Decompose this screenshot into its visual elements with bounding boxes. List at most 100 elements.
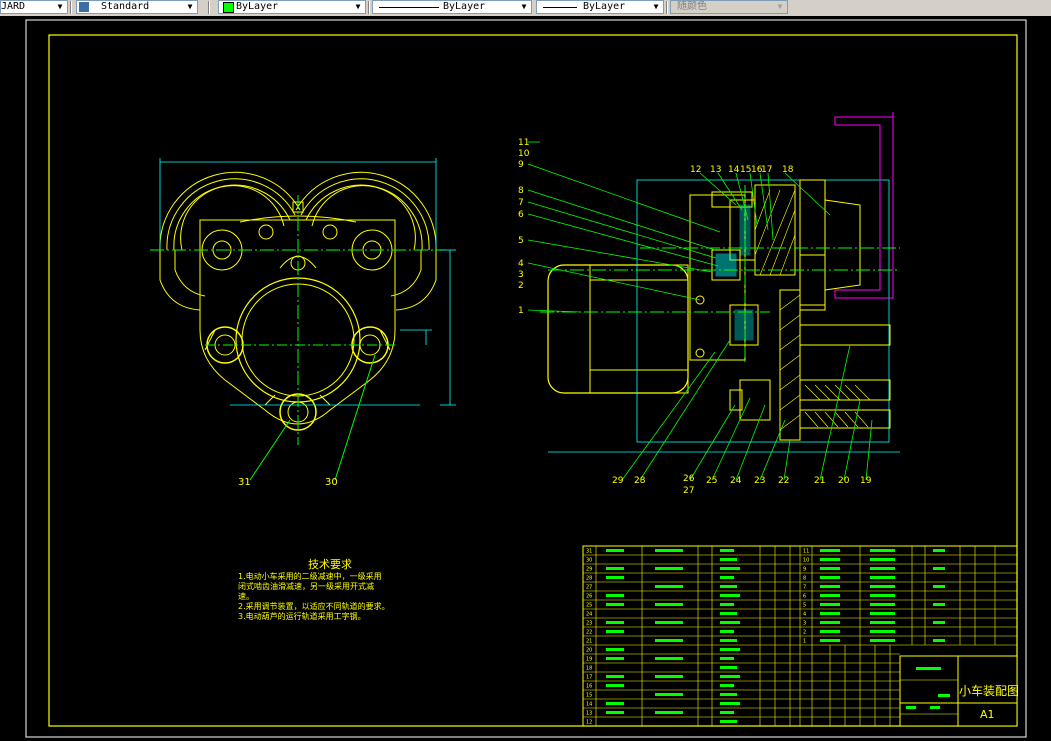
part-name-cell xyxy=(606,657,624,660)
label-2: 2 xyxy=(518,281,524,291)
textstyle-value: JARD xyxy=(1,1,26,12)
part-name-cell xyxy=(606,594,624,597)
part-code-cell xyxy=(655,585,683,588)
chevron-down-icon: ▼ xyxy=(653,2,659,11)
dimstyle-value: Standard xyxy=(101,1,150,12)
label-3: 3 xyxy=(518,270,524,280)
lineweight-value: ByLayer xyxy=(583,1,626,12)
part-material-cell xyxy=(720,684,734,687)
color-swatch-icon xyxy=(223,2,234,13)
part-material-cell xyxy=(720,648,740,651)
label-21: 21 xyxy=(814,476,825,486)
part-name-cell xyxy=(606,621,624,624)
part-name-cell xyxy=(606,702,624,705)
color-control-dropdown[interactable]: ByLayer ▼ xyxy=(218,0,366,14)
linetype-sample-icon xyxy=(379,7,439,8)
label-24: 24 xyxy=(730,476,742,486)
part-material-cell xyxy=(720,666,737,669)
part-code-cell xyxy=(870,639,895,642)
part-name-cell xyxy=(820,567,840,570)
chevron-down-icon: ▼ xyxy=(521,2,527,11)
part-material-cell xyxy=(720,720,737,723)
label-27: 27 xyxy=(683,486,694,496)
part-number: 4 xyxy=(803,612,806,618)
part-name-cell xyxy=(606,711,624,714)
part-name-cell xyxy=(606,675,624,678)
cad-drawing: 31 30 11 10 9 8 7 6 5 4 3 2 1 12 13 14 1… xyxy=(25,19,1027,738)
part-material-cell xyxy=(720,711,734,714)
part-name-cell xyxy=(820,630,840,633)
label-19: 19 xyxy=(860,476,872,486)
linetype-value: ByLayer xyxy=(443,1,486,12)
tech-note-1: 1.电动小车采用的二级减速中，一级采用 xyxy=(238,571,382,581)
linetype-dropdown[interactable]: ByLayer ▼ xyxy=(372,0,532,14)
parts-list-table: 3130292827262524232221201918171615141312… xyxy=(582,545,1019,727)
part-code-cell xyxy=(870,594,895,597)
plotstyle-dropdown[interactable]: 随颜色 ▼ xyxy=(670,0,788,14)
part-material-cell xyxy=(720,693,737,696)
part-number: 5 xyxy=(803,603,806,609)
label-18: 18 xyxy=(782,165,794,175)
lineweight-sample-icon xyxy=(543,7,577,8)
chevron-down-icon: ▼ xyxy=(187,2,193,11)
part-material-cell xyxy=(933,603,945,606)
part-number: 17 xyxy=(586,675,592,681)
part-material-cell xyxy=(720,639,737,642)
chevron-down-icon: ▼ xyxy=(57,2,63,11)
part-name-cell xyxy=(606,549,624,552)
part-number: 21 xyxy=(586,639,592,645)
part-number: 9 xyxy=(803,567,806,573)
end-view xyxy=(150,158,456,481)
part-material-cell xyxy=(720,702,740,705)
label-25: 25 xyxy=(706,476,717,486)
tech-note-3: 3.电动葫芦的运行轨道采用工字钢。 xyxy=(238,611,366,621)
part-code-cell xyxy=(870,603,895,606)
part-code-cell xyxy=(655,675,683,678)
part-number: 20 xyxy=(586,648,592,654)
drawing-canvas[interactable]: 31 30 11 10 9 8 7 6 5 4 3 2 1 12 13 14 1… xyxy=(0,16,1051,741)
drawing-title: 小车装配图 xyxy=(959,683,1019,698)
label-23: 23 xyxy=(754,476,765,486)
lineweight-dropdown[interactable]: ByLayer ▼ xyxy=(536,0,664,14)
part-number: 24 xyxy=(586,612,592,618)
label-6: 6 xyxy=(518,210,524,220)
part-material-cell xyxy=(720,558,737,561)
part-name-cell xyxy=(606,576,624,579)
chevron-down-icon: ▼ xyxy=(777,2,783,11)
part-material-cell xyxy=(933,567,945,570)
tech-title: 技术要求 xyxy=(308,558,352,571)
dimstyle-dropdown[interactable]: Standard ▼ xyxy=(76,0,198,14)
part-code-cell xyxy=(655,711,683,714)
part-code-cell xyxy=(655,657,683,660)
plotstyle-value: 随颜色 xyxy=(677,1,707,12)
part-material-cell xyxy=(933,585,945,588)
part-number: 30 xyxy=(586,558,592,564)
tech-note-1c: 速。 xyxy=(238,592,254,601)
part-material-cell xyxy=(720,630,734,633)
part-number: 11 xyxy=(803,549,809,555)
part-number: 18 xyxy=(586,666,592,672)
label-17: 17 xyxy=(761,165,772,175)
part-code-cell xyxy=(870,585,895,588)
part-material-cell xyxy=(720,594,740,597)
textstyle-dropdown[interactable]: JARD ▼ xyxy=(0,0,68,14)
part-material-cell xyxy=(933,549,945,552)
part-code-cell xyxy=(870,621,895,624)
part-material-cell xyxy=(720,576,734,579)
part-name-cell xyxy=(820,558,840,561)
label-12: 12 xyxy=(690,165,701,175)
part-material-cell xyxy=(933,639,945,642)
part-material-cell xyxy=(720,585,737,588)
part-code-cell xyxy=(870,549,895,552)
part-name-cell xyxy=(820,639,840,642)
part-material-cell xyxy=(720,621,740,624)
label-15: 15 xyxy=(740,165,751,175)
part-number: 29 xyxy=(586,567,592,573)
label-29: 29 xyxy=(612,476,624,486)
dimstyle-icon xyxy=(79,2,89,12)
part-code-cell xyxy=(655,693,683,696)
part-material-cell xyxy=(720,657,734,660)
part-code-cell xyxy=(870,567,895,570)
part-name-cell xyxy=(820,594,840,597)
label-30: 30 xyxy=(325,477,338,488)
